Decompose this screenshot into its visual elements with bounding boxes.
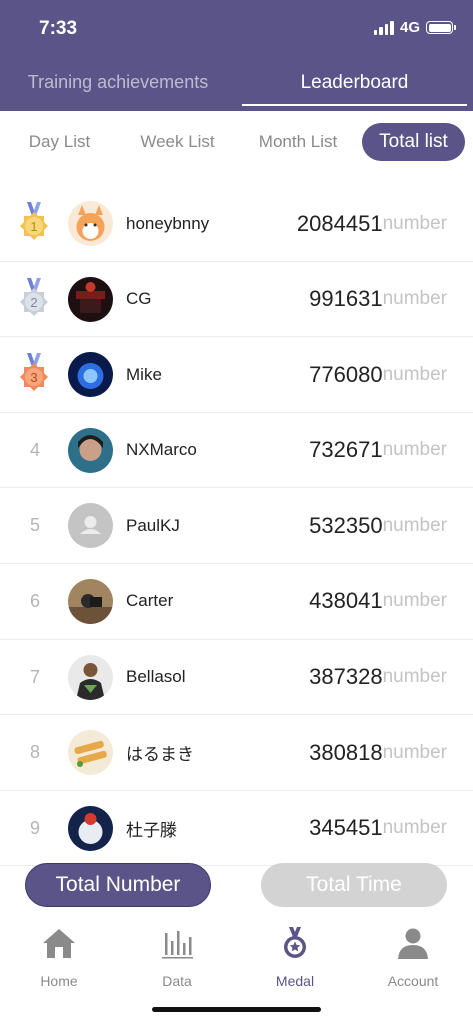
score-value: 532350	[309, 512, 383, 538]
default-avatar-icon	[68, 503, 113, 549]
status-indicators: 4G	[373, 19, 456, 36]
score-unit: number	[382, 590, 447, 612]
battery-icon	[426, 21, 456, 34]
user-name: Carter	[126, 591, 174, 611]
medal-rank: 1	[30, 219, 37, 234]
avatar	[68, 730, 113, 776]
rank-number: 4	[29, 439, 40, 460]
medal-icon	[284, 927, 306, 958]
score-value: 380818	[309, 739, 383, 765]
user-name: NXMarco	[126, 440, 197, 460]
bronze-medal-icon: 3	[20, 353, 48, 392]
tab-medal-label: Medal	[275, 973, 315, 989]
avatar	[68, 201, 113, 246]
leaderboard-row[interactable]: 2 CG 991631 number	[0, 262, 473, 338]
score-unit: number	[382, 666, 447, 688]
tab-leaderboard[interactable]: Leaderboard	[242, 60, 467, 105]
score-value: 2084451	[296, 210, 383, 236]
leaderboard-row[interactable]: 6 Carter 438041 number	[0, 564, 473, 640]
rank-number: 6	[29, 590, 40, 611]
score-unit: number	[382, 817, 447, 839]
bar-chart-icon	[162, 931, 193, 959]
user-name: honeybnny	[126, 213, 210, 233]
score: 2084451 number	[297, 186, 447, 261]
leaderboard-row[interactable]: 9 杜子滕 345451 number	[0, 791, 473, 867]
status-bar: 7:33 4G	[0, 0, 473, 60]
avatar	[68, 276, 113, 322]
user-name: 杜子滕	[126, 820, 177, 840]
signal-icon	[373, 20, 394, 35]
tab-account[interactable]: Account	[354, 917, 472, 997]
tab-total-list[interactable]: Total list	[362, 123, 465, 161]
total-time-button[interactable]: Total Time	[261, 863, 447, 907]
person-icon	[398, 928, 428, 959]
score: 532350 number	[309, 488, 447, 563]
home-indicator	[152, 1007, 321, 1012]
network-label: 4G	[399, 19, 420, 36]
leaderboard-row[interactable]: 8 はるまき 380818 number	[0, 715, 473, 791]
rank-number: 9	[29, 817, 40, 838]
score-value: 732671	[309, 437, 383, 463]
score-unit: number	[382, 439, 447, 461]
tab-data-label: Data	[162, 973, 192, 989]
score: 387328 number	[309, 640, 447, 715]
score-unit: number	[382, 363, 447, 385]
medal-rank: 2	[30, 295, 37, 310]
gold-medal-icon: 1	[20, 202, 48, 240]
silver-medal-icon: 2	[20, 277, 48, 316]
period-tabs: Day List Week List Month List Total list	[0, 123, 473, 163]
top-tabs: Training achievements Leaderboard	[0, 60, 473, 111]
tab-home[interactable]: Home	[0, 917, 118, 997]
rank-number: 7	[29, 666, 40, 687]
tab-day-list[interactable]: Day List	[12, 123, 107, 161]
score-unit: number	[382, 514, 447, 536]
score-value: 991631	[309, 286, 383, 312]
avatar	[68, 654, 113, 700]
tab-medal[interactable]: Medal	[236, 917, 354, 997]
user-name: Mike	[126, 364, 162, 384]
tab-account-label: Account	[387, 973, 439, 989]
score-value: 438041	[309, 588, 383, 614]
score-unit: number	[382, 741, 447, 763]
score-unit: number	[382, 288, 447, 310]
avatar	[68, 578, 113, 624]
score-value: 776080	[309, 361, 383, 387]
leaderboard-row[interactable]: 3 Mike 776080 number	[0, 337, 473, 413]
score-unit: number	[382, 212, 447, 234]
total-number-button[interactable]: Total Number	[25, 863, 211, 907]
leaderboard-row[interactable]: 5 PaulKJ 532350 number	[0, 488, 473, 564]
tab-training-achievements[interactable]: Training achievements	[8, 60, 228, 105]
leaderboard-row[interactable]: 7 Bellasol 387328 number	[0, 640, 473, 716]
leaderboard-row[interactable]: 4 NXMarco 732671 number	[0, 413, 473, 489]
rank-number: 8	[29, 742, 40, 763]
leaderboard-list: 1 honeybnny 2084451 number 2 CG 991631 num…	[0, 186, 473, 867]
user-name: Bellasol	[126, 667, 186, 687]
score: 345451 number	[309, 791, 447, 866]
header: 7:33 4G Training achievements Leaderboar…	[0, 0, 473, 111]
score-value: 345451	[309, 815, 383, 841]
avatar	[68, 805, 113, 851]
user-name: PaulKJ	[126, 515, 180, 535]
medal-rank: 3	[30, 370, 37, 385]
tab-home-label: Home	[40, 973, 78, 989]
score: 776080 number	[309, 337, 447, 412]
status-time: 7:33	[39, 18, 78, 39]
active-tab-underline	[242, 104, 467, 106]
score: 438041 number	[309, 564, 447, 639]
avatar	[68, 427, 113, 473]
score: 991631 number	[309, 262, 447, 337]
tab-week-list[interactable]: Week List	[130, 123, 225, 161]
score: 380818 number	[309, 715, 447, 790]
home-icon	[43, 929, 75, 958]
score-value: 387328	[309, 664, 383, 690]
user-name: CG	[126, 289, 152, 309]
leaderboard-row[interactable]: 1 honeybnny 2084451 number	[0, 186, 473, 262]
rank-number: 5	[29, 515, 40, 536]
avatar	[68, 352, 113, 398]
score: 732671 number	[309, 413, 447, 488]
user-name: はるまき	[126, 745, 194, 765]
tab-month-list[interactable]: Month List	[248, 123, 348, 161]
tab-data[interactable]: Data	[118, 917, 236, 997]
